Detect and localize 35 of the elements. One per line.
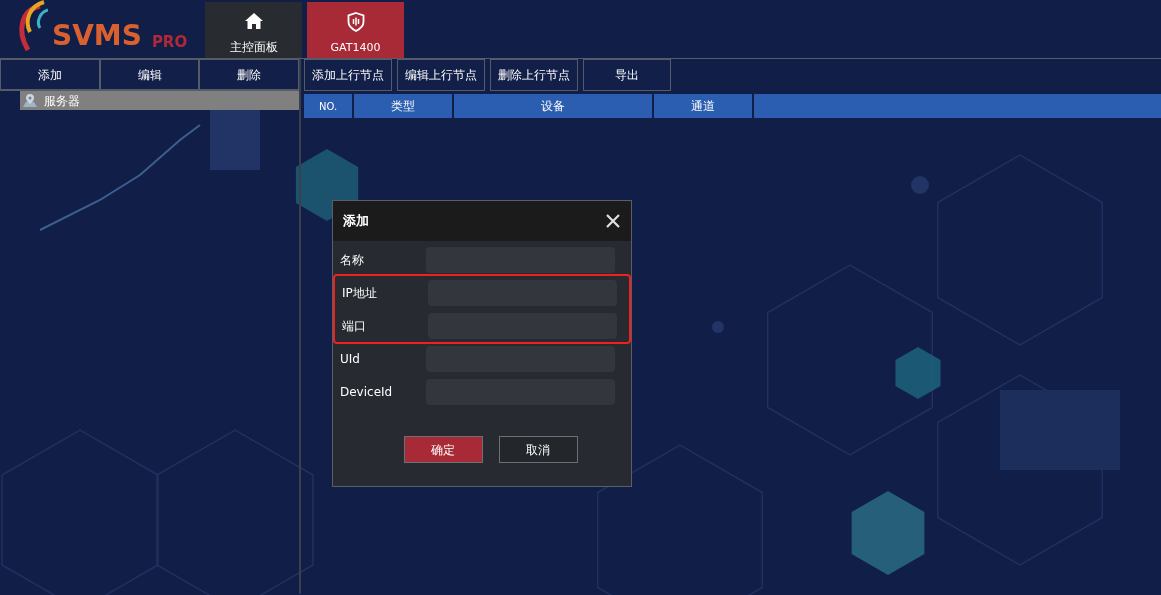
nav-tab[interactable]: 主控面板 [205,2,302,58]
map-pin-icon [22,92,38,109]
field-label: UId [339,350,361,368]
field-label: 名称 [339,251,365,269]
logo-text: SVMS [52,22,142,50]
tree-item-label: 服务器 [44,92,80,110]
toolbar-button[interactable]: 删除 [199,59,299,90]
field-label: DeviceId [339,383,394,401]
field-label: 端口 [341,317,367,335]
close-icon[interactable] [605,213,621,229]
home-icon [243,12,264,30]
toolbar-button[interactable]: 编辑上行节点 [397,59,485,91]
column-header: 通道 [654,94,752,118]
dialog-button[interactable]: 确定 [403,436,483,463]
dialog-button[interactable]: 取消 [498,436,578,463]
toolbar-button[interactable]: 导出 [583,59,671,91]
column-header: 类型 [354,94,452,118]
toolbar-button[interactable]: 删除上行节点 [490,59,578,91]
toolbar-button[interactable]: 编辑 [99,59,200,90]
toolbar-button[interactable]: 添加上行节点 [304,59,392,91]
toolbar-button[interactable]: 添加 [0,59,100,90]
shield-icon [346,11,365,32]
nav-tab[interactable]: GAT1400 [307,2,404,58]
dialog-title: 添加 [343,212,369,231]
column-header: NO. [304,94,352,118]
panel-shape [210,110,260,170]
dot-shape [712,321,724,333]
field-label: IP地址 [341,284,378,302]
dot-shape [911,176,929,194]
tree-item[interactable]: 服务器 [20,91,299,110]
input-field[interactable] [426,246,615,273]
column-header: 设备 [454,94,652,118]
input-field[interactable] [426,345,615,372]
logo-suffix: PRO [151,35,188,50]
hexagon-shape [895,347,941,399]
